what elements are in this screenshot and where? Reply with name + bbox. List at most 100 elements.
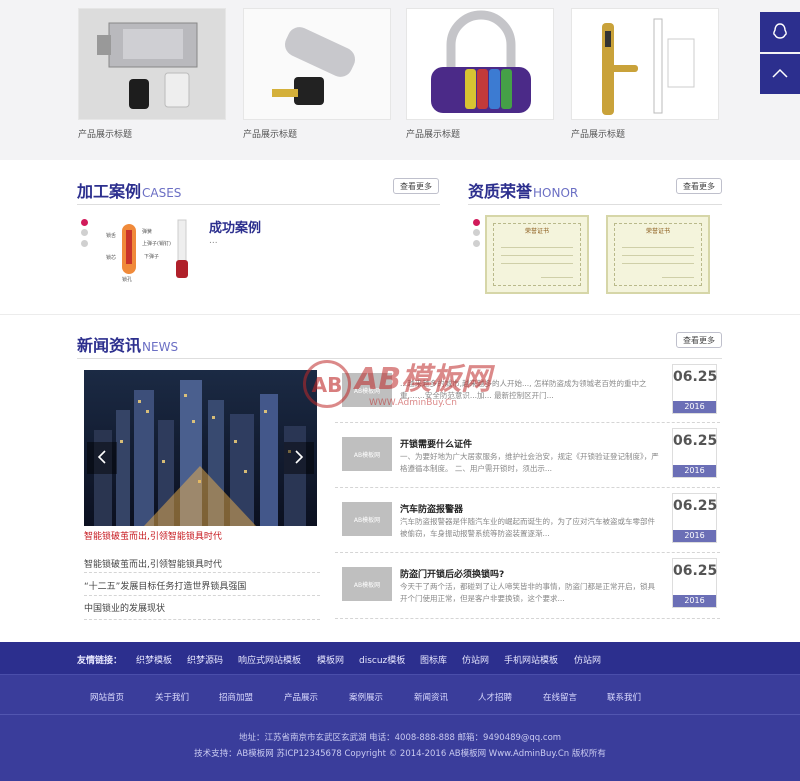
news-date: 06.25 2016 — [672, 558, 717, 608]
product-card[interactable]: 产品展示标题 — [406, 8, 554, 140]
certificate-line — [501, 263, 573, 264]
featured-news-caption[interactable]: 智能锁破茧而出,引领智能锁具时代 — [84, 529, 222, 542]
chevron-left-icon — [97, 449, 107, 467]
friend-link[interactable]: 织梦源码 — [187, 653, 223, 666]
copyright-area: 地址：江苏省南京市玄武区玄武湖 电话：4008-888-888 邮箱：94904… — [0, 714, 800, 781]
carousel-dot[interactable] — [81, 229, 88, 236]
case-heading[interactable]: 成功案例 — [209, 217, 261, 236]
divider — [84, 572, 320, 573]
divider — [335, 422, 720, 423]
certificate-line — [662, 277, 694, 278]
carousel-dot[interactable] — [81, 240, 88, 247]
slider-prev-button[interactable] — [87, 442, 117, 474]
news-thumb[interactable]: AB模板网 — [342, 502, 392, 536]
footer-nav-item[interactable]: 在线留言 — [543, 691, 577, 703]
honor-certificate[interactable]: 荣誉证书 — [606, 215, 710, 294]
carousel-dot[interactable] — [473, 240, 480, 247]
diagram-label: 弹簧 — [142, 229, 153, 235]
news-date: 06.25 2016 — [672, 428, 717, 478]
footer-nav-item[interactable]: 案例展示 — [349, 691, 383, 703]
news-item-desc: 一、为要好地为广大居家服务，维护社会治安，规定《开锁验证登记制度》，严格遵循本制… — [400, 452, 659, 473]
back-to-top-button[interactable] — [760, 54, 800, 94]
footer-nav-item[interactable]: 产品展示 — [284, 691, 318, 703]
product-image[interactable] — [78, 8, 226, 120]
friend-link[interactable]: 织梦模板 — [136, 653, 172, 666]
news-item-desc: ...越来越多的城市,越来越多的人开始..., 怎样防盗成为领城老百姓的重中之重… — [400, 379, 647, 400]
footer-nav-item[interactable]: 联系我们 — [607, 691, 641, 703]
case-image[interactable]: 锁舌 弹簧 上弹子(销钉) 下弹子 锁芯 锁孔 — [104, 216, 198, 286]
certificate-title: 荣誉证书 — [524, 228, 549, 235]
news-date-year: 2016 — [673, 530, 716, 542]
friend-link[interactable]: 图标库 — [420, 653, 447, 666]
news-date-day: 06.25 — [673, 369, 718, 385]
footer-nav-item[interactable]: 人才招聘 — [478, 691, 512, 703]
footer-nav-item[interactable]: 网站首页 — [90, 691, 124, 703]
product-card[interactable]: 产品展示标题 — [243, 8, 391, 140]
honor-more-button[interactable]: 查看更多 — [676, 178, 722, 194]
case-desc: ... — [209, 236, 218, 246]
news-date-day: 06.25 — [673, 563, 718, 579]
carousel-dot-active[interactable] — [81, 219, 88, 226]
honor-certificate[interactable]: 荣誉证书 — [485, 215, 589, 294]
news-item[interactable]: AB模板网 ...越来越多的城市,越来越多的人开始..., 怎样防盗成为领城老百… — [342, 362, 720, 422]
cases-more-button[interactable]: 查看更多 — [393, 178, 439, 194]
divider — [468, 204, 722, 205]
slider-next-button[interactable] — [284, 442, 314, 474]
product-image[interactable] — [571, 8, 719, 120]
friend-link[interactable]: 手机网站模板 — [504, 653, 558, 666]
news-link[interactable]: 智能锁破茧而出,引领智能锁具时代 — [84, 557, 222, 570]
product-image[interactable] — [406, 8, 554, 120]
product-caption[interactable]: 产品展示标题 — [406, 127, 554, 140]
product-caption[interactable]: 产品展示标题 — [243, 127, 391, 140]
carousel-dot-active[interactable] — [473, 219, 480, 226]
news-item[interactable]: AB模板网 开锁需要什么证件 一、为要好地为广大居家服务，维护社会治安，规定《开… — [342, 426, 720, 486]
certificate-title: 荣誉证书 — [645, 228, 670, 235]
carousel-dot[interactable] — [473, 229, 480, 236]
friend-link[interactable]: 响应式网站模板 — [238, 653, 301, 666]
cases-section-title: 加工案例CASES — [77, 178, 181, 202]
product-caption[interactable]: 产品展示标题 — [78, 127, 226, 140]
news-date: 06.25 2016 — [672, 364, 717, 414]
news-item-title[interactable]: 开锁需要什么证件 — [400, 437, 472, 450]
news-item-title[interactable]: 汽车防盗报警器 — [400, 502, 463, 515]
footer-nav-item[interactable]: 新闻资讯 — [414, 691, 448, 703]
news-link[interactable]: 中国锁业的发展现状 — [84, 601, 165, 614]
news-date-year: 2016 — [673, 595, 716, 607]
news-item[interactable]: AB模板网 汽车防盗报警器 汽车防盗报警器是伴随汽车业的崛起而诞生的，为了应对汽… — [342, 491, 720, 551]
product-card[interactable]: 产品展示标题 — [78, 8, 226, 140]
divider — [335, 487, 720, 488]
footer-nav: 网站首页 关于我们 招商加盟 产品展示 案例展示 新闻资讯 人才招聘 在线留言 … — [0, 674, 800, 714]
news-date: 06.25 2016 — [672, 493, 717, 543]
footer-nav-item[interactable]: 关于我们 — [155, 691, 189, 703]
news-featured-image[interactable] — [84, 370, 317, 526]
news-thumb[interactable]: AB模板网 — [342, 437, 392, 471]
news-item[interactable]: AB模板网 防盗门开锁后必须换锁吗? 今天干了两个活，都碰到了让人啼笑皆非的事情… — [342, 556, 720, 616]
friend-links-bar: 友情链接： 织梦模板 织梦源码 响应式网站模板 模板网 discuz模板 图标库… — [0, 642, 800, 674]
footer-copyright: 技术支持：AB模板网 苏ICP12345678 Copyright © 2014… — [194, 749, 606, 759]
cases-title: 加工案例 — [77, 182, 142, 201]
diagram-label: 锁舌 — [106, 233, 117, 239]
friend-link[interactable]: discuz模板 — [359, 653, 405, 666]
section-divider — [0, 314, 800, 315]
product-card[interactable]: 产品展示标题 — [571, 8, 719, 140]
news-thumb[interactable]: AB模板网 — [342, 373, 392, 407]
news-item-title[interactable]: 防盗门开锁后必须换锁吗? — [400, 567, 504, 580]
footer-nav-item[interactable]: 招商加盟 — [219, 691, 253, 703]
honor-title: 资质荣誉 — [468, 182, 533, 201]
news-section-title: 新闻资讯NEWS — [77, 332, 178, 356]
news-thumb[interactable]: AB模板网 — [342, 567, 392, 601]
divider — [84, 595, 320, 596]
news-title-en: NEWS — [142, 340, 179, 354]
friend-link[interactable]: 仿站网 — [574, 653, 601, 666]
certificate-line — [541, 277, 573, 278]
friend-link[interactable]: 仿站网 — [462, 653, 489, 666]
news-link[interactable]: “十二五”发展目标任务打造世界锁具强国 — [84, 579, 246, 592]
product-image[interactable] — [243, 8, 391, 120]
friend-link[interactable]: 模板网 — [317, 653, 344, 666]
divider — [335, 618, 720, 619]
news-item-desc: 今天干了两个活，都碰到了让人啼笑皆非的事情，防盗门都是正常开启，锁具开个门使用正… — [400, 582, 655, 603]
qq-service-button[interactable] — [760, 12, 800, 52]
news-more-button[interactable]: 查看更多 — [676, 332, 722, 348]
certificate-line — [501, 255, 573, 256]
product-caption[interactable]: 产品展示标题 — [571, 127, 719, 140]
